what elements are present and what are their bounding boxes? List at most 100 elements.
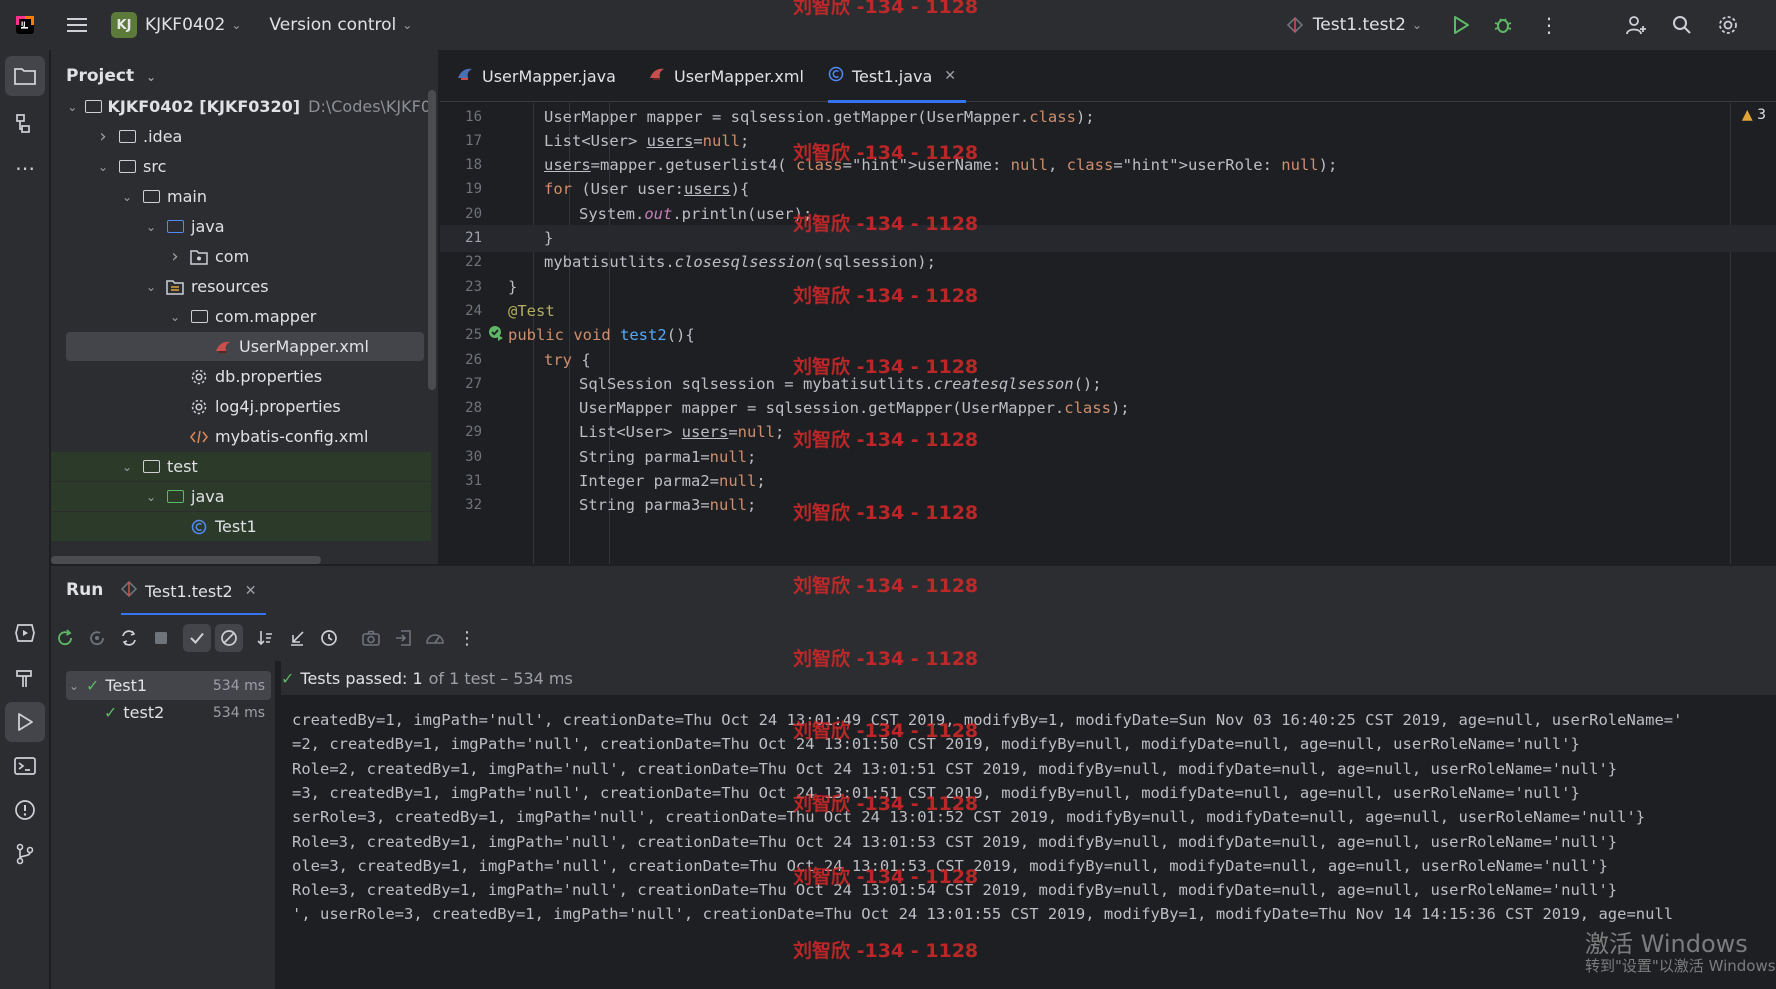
line-number[interactable]: 22 (440, 254, 482, 270)
line-number[interactable]: 30 (440, 449, 482, 465)
more-tools-button[interactable]: ⋯ (5, 148, 45, 188)
tree-scrollbar[interactable] (428, 90, 436, 390)
show-ignored-icon[interactable] (215, 624, 243, 652)
rerun-icon[interactable] (51, 624, 79, 652)
line-number[interactable]: 21 (440, 230, 482, 246)
structure-tool-button[interactable] (5, 104, 45, 144)
sort-icon[interactable] (251, 624, 279, 652)
code-line[interactable]: 28 UserMapper mapper = sqlsession.getMapp… (440, 395, 1776, 422)
run-console[interactable]: ✓ Tests passed: 1 of 1 test – 534 ms cre… (277, 661, 1776, 989)
tree-item[interactable]: ⌄ KJKF0402 [KJKF0320] D:\Codes\KJKF0 (51, 92, 431, 121)
tab-test1-java[interactable]: Test1.java ✕ (828, 50, 967, 103)
build-tool-button[interactable] (5, 658, 45, 698)
code-line[interactable]: 21} (440, 224, 1776, 252)
tree-item[interactable]: ⌄ com.mapper (51, 302, 431, 331)
code-line[interactable]: 31 Integer parma2=null; (440, 468, 1776, 495)
chevron-down-icon[interactable]: ⌄ (143, 490, 159, 504)
tree-item[interactable]: ⌄ main (51, 182, 431, 211)
line-number[interactable]: 16 (440, 109, 482, 125)
tab-usermapper-java[interactable]: UserMapper.java (456, 50, 616, 102)
tree-item[interactable]: ⌄ java (51, 212, 431, 241)
project-switcher[interactable]: KJ KJKF0402 ⌄ (111, 12, 241, 38)
vcs-menu[interactable]: Version control ⌄ (269, 15, 412, 35)
line-number[interactable]: 32 (440, 497, 482, 513)
line-number[interactable]: 31 (440, 473, 482, 489)
tree-item[interactable]: ⌄ java (51, 482, 431, 511)
project-panel-title[interactable]: Project ⌄ (66, 66, 156, 86)
more-actions-icon[interactable]: ⋮ (1538, 13, 1560, 37)
git-tool-button[interactable] (5, 834, 45, 874)
code-line[interactable]: 26 try { (440, 346, 1776, 373)
run-test-gutter-icon[interactable] (488, 325, 504, 345)
chevron-right-icon[interactable]: › (95, 126, 111, 147)
chevron-down-icon[interactable]: ⌄ (119, 460, 135, 474)
tree-item[interactable]: mybatis-config.xml (51, 422, 431, 451)
line-number[interactable]: 29 (440, 424, 482, 440)
chevron-down-icon[interactable]: ⌄ (95, 160, 111, 174)
line-number[interactable]: 19 (440, 181, 482, 197)
test-row-test1[interactable]: ⌄ ✓ Test1 534 ms (66, 671, 271, 700)
chevron-right-icon[interactable]: › (167, 246, 183, 267)
chevron-down-icon[interactable]: ⌄ (66, 100, 78, 114)
coverage-icon[interactable] (421, 624, 449, 652)
line-number[interactable]: 23 (440, 279, 482, 295)
more-actions-icon[interactable]: ⋮ (453, 624, 481, 652)
code-line[interactable]: 22 mybatisutlits.closesqlsession(sqlsessi… (440, 249, 1776, 276)
line-number[interactable]: 17 (440, 133, 482, 149)
chevron-down-icon[interactable]: ⌄ (143, 220, 159, 234)
code-line[interactable]: 19 for (User user:users){ (440, 176, 1776, 203)
chevron-down-icon[interactable]: ⌄ (119, 190, 135, 204)
code-line[interactable]: 27 SqlSession sqlsession = mybatisutlits.… (440, 370, 1776, 397)
run-tab-test1-test2[interactable]: Test1.test2 ✕ (120, 566, 267, 616)
history-icon[interactable] (315, 624, 343, 652)
tree-item[interactable]: UserMapper.xml (66, 332, 424, 361)
code-line[interactable]: 16 UserMapper mapper = sqlsession.getMapp… (440, 103, 1776, 130)
code-editor[interactable]: 16 UserMapper mapper = sqlsession.getMapp… (440, 103, 1776, 564)
code-line[interactable]: 20 System.out.println(user); (440, 200, 1776, 227)
tree-item[interactable]: ⌄ src (51, 152, 431, 181)
tree-item[interactable]: db.properties (51, 362, 431, 391)
main-menu-icon[interactable] (66, 17, 88, 33)
line-number[interactable]: 28 (440, 400, 482, 416)
tree-item[interactable]: ⌄ test (51, 452, 431, 481)
tree-item[interactable]: log4j.properties (51, 392, 431, 421)
code-line[interactable]: 29 List<User> users=null; (440, 419, 1776, 446)
run-icon[interactable] (1450, 15, 1472, 35)
debug-icon[interactable] (1492, 15, 1514, 35)
add-user-icon[interactable] (1624, 14, 1648, 36)
line-number[interactable]: 27 (440, 376, 482, 392)
services-tool-button[interactable] (5, 613, 45, 653)
camera-icon[interactable] (357, 624, 385, 652)
toggle-auto-test-icon[interactable] (115, 624, 143, 652)
close-icon[interactable]: ✕ (944, 68, 956, 84)
terminal-tool-button[interactable] (5, 746, 45, 786)
line-number[interactable]: 26 (440, 352, 482, 368)
line-number[interactable]: 24 (440, 303, 482, 319)
app-logo-icon[interactable]: IJ (14, 14, 36, 36)
code-line[interactable]: 17 List<User> users=null; (440, 127, 1776, 154)
line-number[interactable]: 25 (440, 327, 482, 343)
line-number[interactable]: 18 (440, 157, 482, 173)
test-row-test2[interactable]: ✓ test2 534 ms (66, 698, 271, 727)
import-tests-icon[interactable] (389, 624, 417, 652)
line-number[interactable]: 20 (440, 206, 482, 222)
tree-horizontal-scrollbar[interactable] (51, 556, 321, 564)
tree-item[interactable]: Test1 (51, 512, 431, 541)
problems-tool-button[interactable] (5, 790, 45, 830)
close-icon[interactable]: ✕ (245, 583, 257, 599)
project-tool-button[interactable] (5, 56, 45, 96)
run-config-selector[interactable]: Test1.test2 ⌄ (1286, 15, 1422, 35)
tab-usermapper-xml[interactable]: UserMapper.xml (648, 50, 804, 102)
chevron-down-icon[interactable]: ⌄ (143, 280, 159, 294)
code-line[interactable]: 32 String parma3=null; (440, 492, 1776, 519)
code-line[interactable]: 18 users=mapper.getuserlist4( class="hint… (440, 152, 1776, 179)
tree-item[interactable]: ⌄ resources (51, 272, 431, 301)
rerun-failed-icon[interactable] (83, 624, 111, 652)
code-line[interactable]: 23} (440, 273, 1776, 300)
code-line[interactable]: 30 String parma1=null; (440, 443, 1776, 470)
code-line[interactable]: 25 public void test2(){ (440, 322, 1776, 349)
chevron-down-icon[interactable]: ⌄ (167, 310, 183, 324)
run-tool-button[interactable] (5, 702, 45, 742)
code-line[interactable]: 24 @Test (440, 297, 1776, 324)
search-icon[interactable] (1670, 15, 1694, 35)
